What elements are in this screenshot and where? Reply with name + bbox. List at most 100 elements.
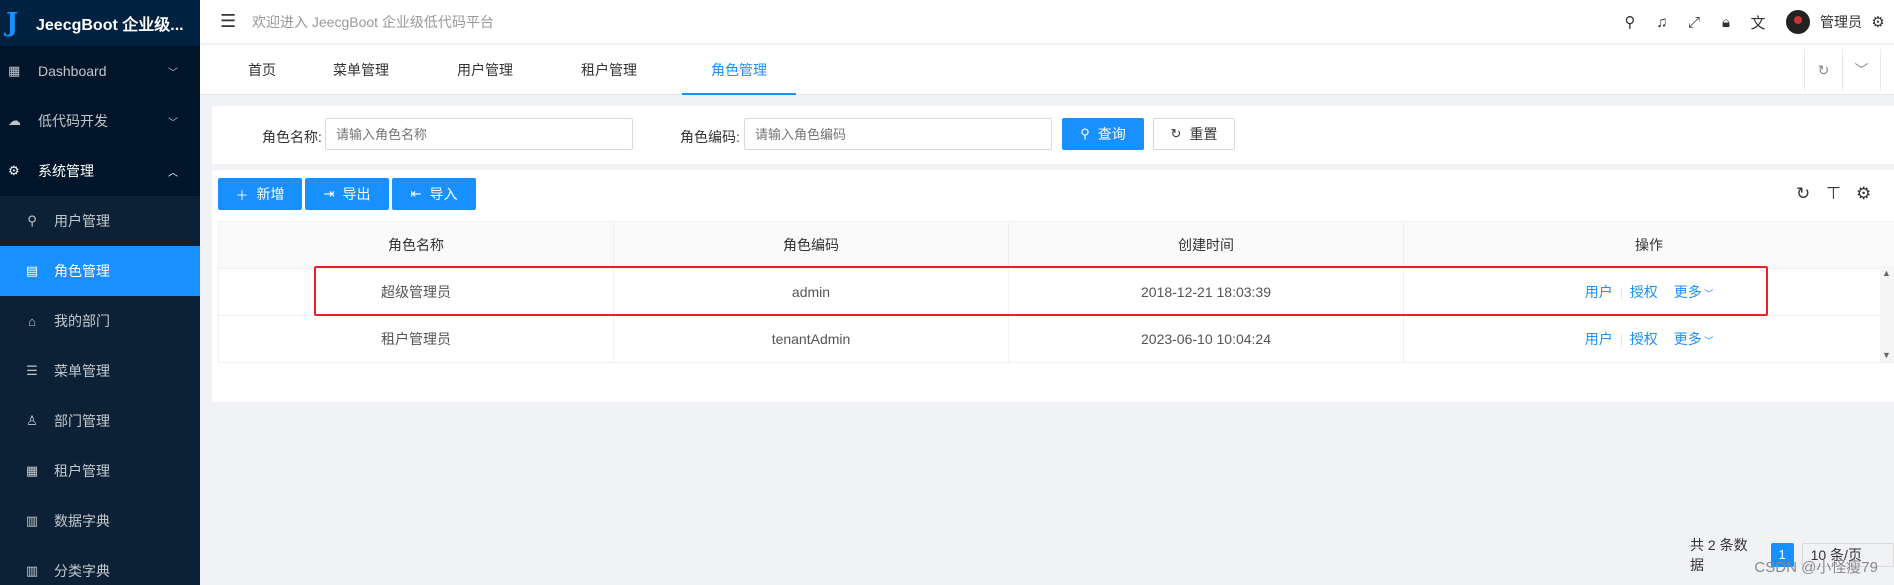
tab-home[interactable]: 首页: [240, 45, 284, 95]
table-header-row: 角色名称 角色编码 创建时间 操作: [218, 221, 1894, 269]
username[interactable]: 管理员: [1820, 12, 1862, 32]
sidebar-group-lowcode[interactable]: ☁ 低代码开发 ﹀: [0, 96, 200, 146]
fullscreen-icon[interactable]: ⤢: [1678, 14, 1710, 31]
export-icon: ⇥: [323, 186, 335, 201]
book-icon: ▥: [25, 563, 39, 578]
chevron-down-icon: ﹀: [168, 67, 178, 79]
user-icon: ⚲: [27, 213, 37, 228]
role-code-cell: tenantAdmin: [613, 315, 1009, 363]
sidebar-item-users[interactable]: ⚲ 用户管理: [0, 196, 200, 246]
column-height-icon[interactable]: ⊤: [1826, 184, 1841, 204]
sidebar-item-category-dict[interactable]: ▥ 分类字典: [0, 546, 200, 585]
bell-icon[interactable]: ♫: [1646, 14, 1678, 31]
list-icon: ☰: [26, 363, 38, 378]
divider: [1620, 333, 1622, 347]
refresh-tab-icon[interactable]: ↻: [1804, 49, 1842, 91]
table-row[interactable]: 租户管理员 tenantAdmin 2023-06-10 10:04:24 用户…: [218, 315, 1894, 363]
refresh-icon[interactable]: ↻: [1796, 184, 1810, 204]
actions-cell: 用户 授权 更多 ﹀: [1403, 268, 1894, 316]
fold-tabs-icon[interactable]: [1880, 49, 1894, 91]
column-header[interactable]: 创建时间: [1008, 221, 1404, 269]
book-icon: ▥: [25, 513, 39, 528]
scroll-down-icon[interactable]: ▼: [1882, 350, 1891, 360]
users-link[interactable]: 用户: [1585, 284, 1613, 300]
role-name-cell: 租户管理员: [218, 315, 614, 363]
file-icon: ▤: [25, 263, 39, 278]
tab-tenant-mgmt[interactable]: 租户管理: [568, 45, 650, 95]
plus-icon: ＋: [235, 187, 249, 203]
reload-icon: ↻: [1170, 126, 1182, 141]
search-form: 角色名称: 角色编码: ⚲ 查询 ↻ 重置: [212, 106, 1894, 164]
cloud-icon: ☁: [8, 113, 21, 128]
settings-icon[interactable]: ⚙: [1862, 13, 1894, 31]
sidebar-group-system[interactable]: ⚙ 系统管理 ︿: [0, 146, 200, 196]
created-time-cell: 2018-12-21 18:03:39: [1008, 268, 1404, 316]
gear-icon: ⚙: [8, 163, 20, 178]
grant-link[interactable]: 授权: [1630, 331, 1658, 347]
welcome-text: 欢迎进入 JeecgBoot 企业级低代码平台: [252, 13, 494, 30]
actions-cell: 用户 授权 更多 ﹀: [1403, 315, 1894, 363]
sidebar-item-tenants[interactable]: ▦ 租户管理: [0, 446, 200, 496]
column-header: 操作: [1403, 221, 1894, 269]
search-icon[interactable]: ⚲: [1614, 13, 1646, 31]
lock-icon[interactable]: 🔒︎: [1710, 14, 1742, 31]
sidebar-item-dict[interactable]: ▥ 数据字典: [0, 496, 200, 546]
chevron-down-icon: ﹀: [168, 117, 178, 129]
table-scrollbar[interactable]: ▲ ▼: [1880, 266, 1894, 362]
reset-button[interactable]: ↻ 重置: [1153, 118, 1235, 150]
logo-icon: J: [6, 8, 19, 38]
chevron-down-icon: ﹀: [1701, 289, 1714, 299]
export-button[interactable]: ⇥ 导出: [305, 178, 389, 210]
sidebar-item-roles[interactable]: ▤ 角色管理: [0, 246, 200, 296]
dashboard-icon: ▦: [8, 63, 21, 78]
sidebar-group-dashboard[interactable]: ▦ Dashboard ﹀: [0, 46, 200, 96]
header: ☰ 欢迎进入 JeecgBoot 企业级低代码平台 ⚲ ♫ ⤢ 🔒︎ 文 管理员…: [200, 0, 1894, 44]
grant-link[interactable]: 授权: [1630, 284, 1658, 300]
table-card: ＋ 新增 ⇥ 导出 ⇤ 导入 ↻ ⊤ ⚙ 角色名称 角色编码 创建时间 操作 超…: [212, 170, 1894, 573]
settings-icon[interactable]: ⚙: [1856, 184, 1871, 204]
search-icon: ⚲: [1080, 126, 1090, 141]
role-code-input[interactable]: [744, 118, 1052, 150]
tabs-bar: 首页 菜单管理 用户管理 租户管理 角色管理 ↻ ﹀: [200, 45, 1894, 95]
header-actions: ⚲ ♫ ⤢ 🔒︎ 文 管理员 ⚙: [1614, 0, 1894, 44]
team-icon: ♙: [26, 413, 38, 428]
logo-text: JeecgBoot 企业级...: [36, 17, 184, 34]
tab-role-mgmt[interactable]: 角色管理: [682, 45, 796, 95]
import-button[interactable]: ⇤ 导入: [392, 178, 476, 210]
column-header[interactable]: 角色名称: [218, 221, 614, 269]
chevron-down-icon: ﹀: [1701, 336, 1714, 346]
role-code-cell: admin: [613, 268, 1009, 316]
role-code-label: 角色编码:: [680, 129, 740, 145]
translate-icon[interactable]: 文: [1742, 12, 1774, 33]
tab-menu-mgmt[interactable]: 菜单管理: [320, 45, 402, 95]
sidebar-item-depts[interactable]: ♙ 部门管理: [0, 396, 200, 446]
chevron-up-icon: ︿: [168, 167, 178, 179]
grid-icon: ▦: [25, 463, 39, 478]
divider: [1620, 286, 1622, 300]
logo[interactable]: J JeecgBoot 企业级...: [0, 0, 200, 46]
total-count: 共 2 条数据: [1690, 537, 1748, 573]
import-icon: ⇤: [410, 186, 422, 201]
column-header[interactable]: 角色编码: [613, 221, 1009, 269]
avatar[interactable]: [1786, 10, 1810, 34]
sidebar-item-menus[interactable]: ☰ 菜单管理: [0, 346, 200, 396]
query-button[interactable]: ⚲ 查询: [1062, 118, 1144, 150]
add-button[interactable]: ＋ 新增: [218, 178, 302, 210]
system-submenu: ⚲ 用户管理 ▤ 角色管理 ⌂ 我的部门 ☰ 菜单管理 ♙ 部门管理 ▦ 租户管…: [0, 196, 200, 585]
watermark: CSDN @小怪瘦79: [1754, 559, 1878, 576]
role-name-cell: 超级管理员: [218, 268, 614, 316]
more-dropdown[interactable]: 更多 ﹀: [1674, 331, 1714, 347]
roles-table: 角色名称 角色编码 创建时间 操作 超级管理员 admin 2018-12-21…: [218, 221, 1894, 363]
table-row[interactable]: 超级管理员 admin 2018-12-21 18:03:39 用户 授权 更多 ﹀: [218, 268, 1894, 316]
menu-fold-icon[interactable]: ☰: [220, 11, 238, 32]
role-name-input[interactable]: [325, 118, 633, 150]
users-link[interactable]: 用户: [1585, 331, 1613, 347]
more-dropdown[interactable]: 更多 ﹀: [1674, 284, 1714, 300]
scroll-up-icon[interactable]: ▲: [1882, 268, 1891, 278]
home-icon: ⌂: [28, 313, 36, 329]
chevron-down-icon[interactable]: ﹀: [1842, 49, 1880, 91]
created-time-cell: 2023-06-10 10:04:24: [1008, 315, 1404, 363]
sidebar: J JeecgBoot 企业级... ▦ Dashboard ﹀ ☁ 低代码开发…: [0, 0, 200, 585]
tab-user-mgmt[interactable]: 用户管理: [444, 45, 526, 95]
sidebar-item-my-dept[interactable]: ⌂ 我的部门: [0, 296, 200, 346]
